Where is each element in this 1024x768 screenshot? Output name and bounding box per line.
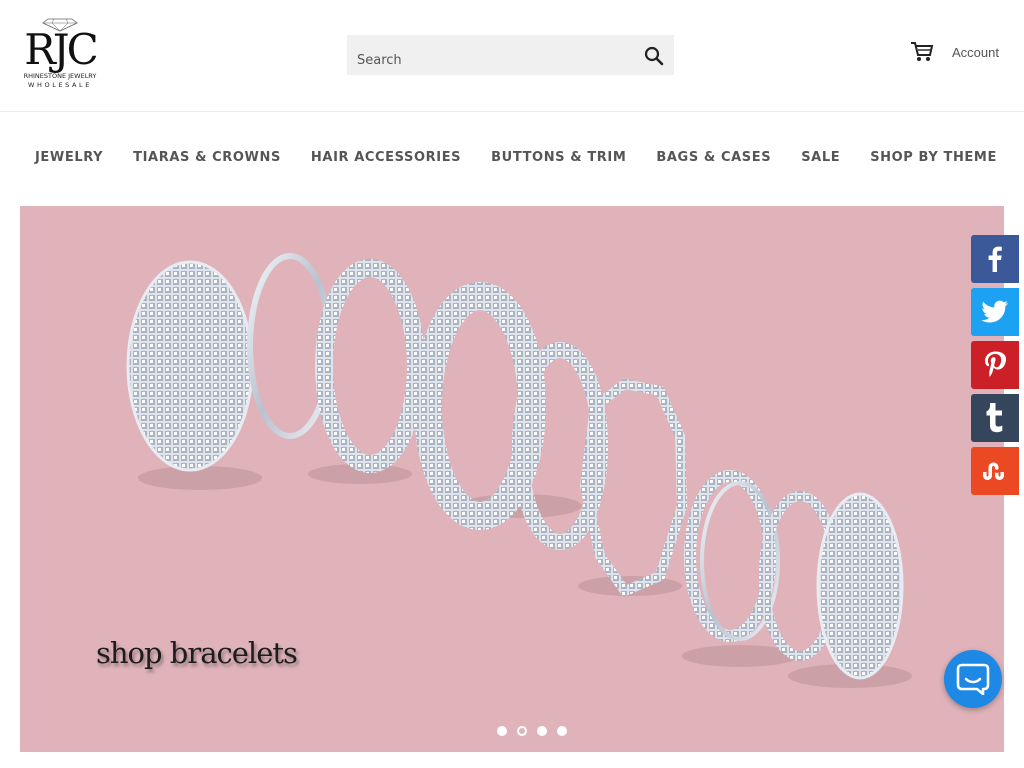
pinterest-share-button[interactable] [971, 341, 1019, 389]
twitter-icon [981, 300, 1008, 323]
nav-item-shop-by-theme[interactable]: SHOP BY THEME [855, 146, 1012, 170]
facebook-share-button[interactable] [971, 235, 1019, 283]
social-share-bar [971, 235, 1019, 500]
nav-item-buttons-trim[interactable]: BUTTONS & TRIM [476, 146, 641, 170]
stumbleupon-share-button[interactable] [971, 447, 1019, 495]
pinterest-icon [985, 351, 1006, 377]
hero-slideshow[interactable]: shop bracelets [20, 206, 1004, 752]
site-logo[interactable]: RJC RHINESTONE JEWELRY WHOLESALE [20, 18, 100, 92]
logo-mark: RJC [24, 25, 99, 74]
twitter-share-button[interactable] [971, 288, 1019, 336]
hero-caption: shop bracelets [96, 636, 298, 670]
search-button[interactable] [644, 46, 664, 66]
nav-item-sale[interactable]: SALE [786, 146, 855, 170]
cart-icon [911, 42, 934, 61]
nav-item-tiaras-crowns[interactable]: TIARAS & CROWNS [118, 146, 296, 170]
chat-widget-button[interactable] [944, 650, 1002, 708]
slide-dot-3[interactable] [537, 726, 547, 736]
cart-button[interactable] [910, 41, 934, 63]
nav-item-hair-accessories[interactable]: HAIR ACCESSORIES [296, 146, 476, 170]
nav-item-bags-cases[interactable]: BAGS & CASES [641, 146, 786, 170]
search-bar [347, 35, 674, 75]
main-navigation: JEWELRY TIARAS & CROWNS HAIR ACCESSORIES… [20, 146, 1012, 170]
slideshow-pagination [497, 726, 567, 736]
chat-icon [956, 663, 990, 695]
slide-dot-4[interactable] [557, 726, 567, 736]
slide-dot-1[interactable] [497, 726, 507, 736]
search-input[interactable] [347, 35, 637, 75]
slide-dot-2[interactable] [517, 726, 527, 736]
account-link[interactable]: Account [952, 45, 999, 60]
logo-tagline: RHINESTONE JEWELRY [23, 72, 97, 80]
tumblr-share-button[interactable] [971, 394, 1019, 442]
nav-item-jewelry[interactable]: JEWELRY [20, 146, 118, 170]
tumblr-icon [986, 403, 1003, 433]
facebook-icon [988, 246, 1002, 272]
bracelets-image [126, 253, 912, 688]
logo-subtagline: WHOLESALE [28, 81, 92, 89]
stumbleupon-icon [983, 462, 1004, 480]
search-icon [644, 46, 664, 66]
site-header: RJC RHINESTONE JEWELRY WHOLESALE Account [0, 0, 1024, 112]
